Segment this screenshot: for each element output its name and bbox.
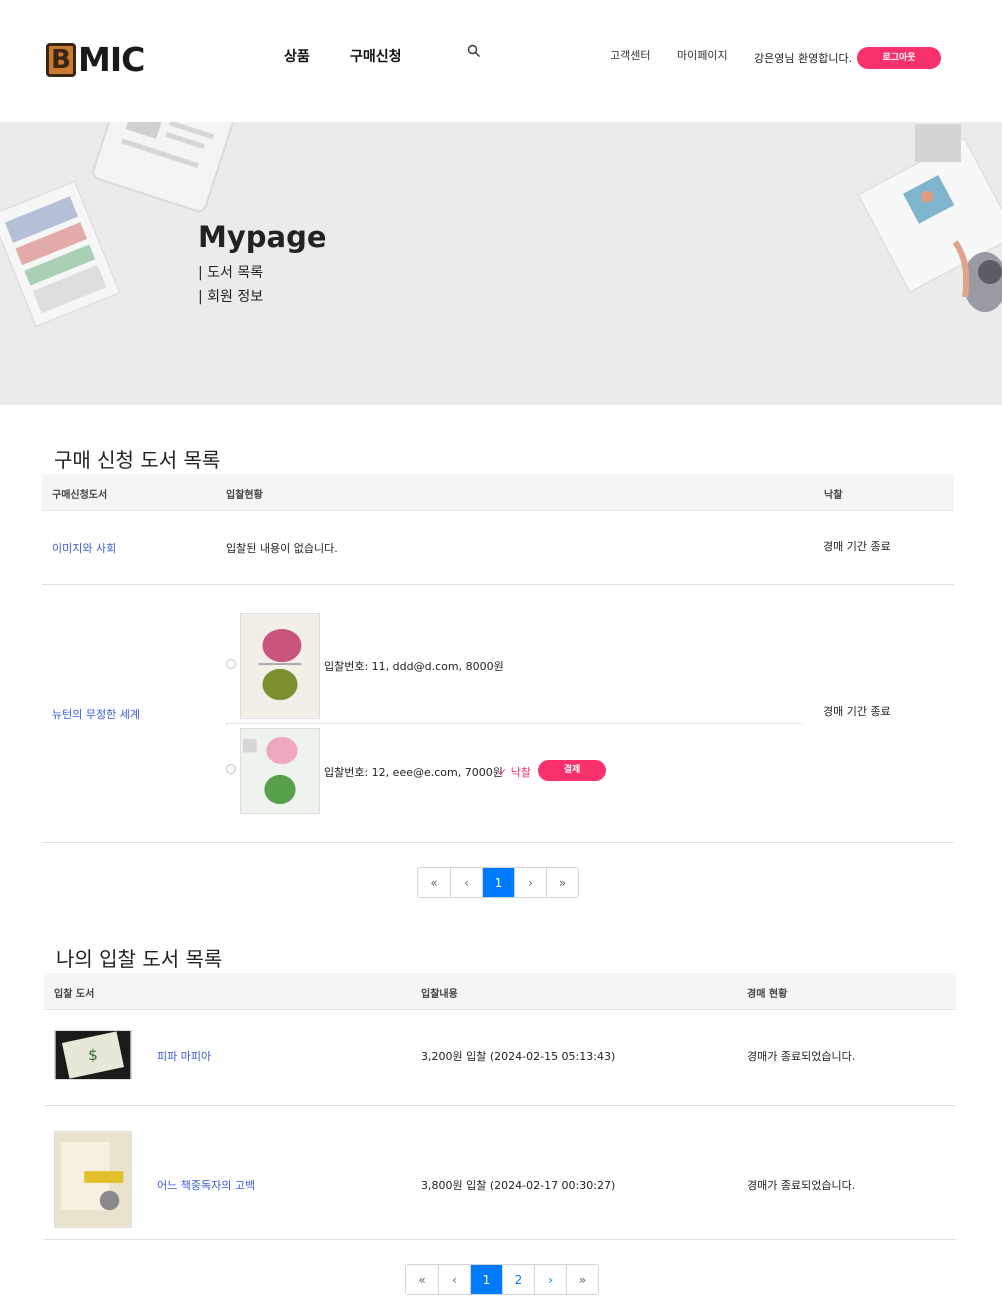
- auction-result: 경매 기간 종료: [823, 705, 891, 718]
- logo-mark: B: [46, 42, 76, 77]
- customer-center-link[interactable]: 고객센터: [610, 47, 650, 63]
- first-page-button[interactable]: «: [406, 1265, 438, 1294]
- hero-link-books[interactable]: | 도서 목록: [198, 262, 263, 282]
- auction-status-text: 경매가 종료되었습니다.: [747, 1050, 856, 1063]
- last-page-button[interactable]: »: [546, 868, 578, 897]
- page-button-1[interactable]: 1: [470, 1265, 502, 1294]
- bid-divider: [226, 723, 802, 724]
- bid-radio[interactable]: [226, 764, 236, 774]
- book-cover-thumbnail: [240, 613, 320, 719]
- site-logo[interactable]: B MIC: [46, 40, 145, 79]
- page-button-1[interactable]: 1: [482, 868, 514, 897]
- row-divider: [44, 1239, 956, 1240]
- col-award: 낙찰: [824, 490, 843, 501]
- logout-button[interactable]: 로그아웃: [857, 47, 941, 69]
- logo-text: MIC: [78, 40, 145, 79]
- nav-purchase-request[interactable]: 구매신청: [350, 46, 402, 66]
- bid-content-text: 3,200원 입찰 (2024-02-15 05:13:43): [421, 1050, 616, 1063]
- page-button-2[interactable]: 2: [502, 1265, 534, 1294]
- bid-book-link[interactable]: 피파 마피아: [157, 1048, 211, 1064]
- nav-products[interactable]: 상품: [284, 46, 310, 66]
- book-cover-thumbnail: [54, 1131, 132, 1228]
- bid-content-text: 3,800원 입찰 (2024-02-17 00:30:27): [421, 1179, 616, 1192]
- svg-text:$: $: [88, 1046, 98, 1064]
- next-page-button[interactable]: ›: [514, 868, 546, 897]
- row-divider: [42, 842, 954, 843]
- col-bid-status: 입찰현황: [226, 490, 263, 501]
- row-divider: [42, 584, 954, 585]
- book-cover-thumbnail: $: [54, 1030, 132, 1080]
- purchase-book-link[interactable]: 뉴턴의 무정한 세계: [52, 706, 140, 722]
- bid-section-title: 나의 입찰 도서 목록: [56, 947, 223, 971]
- winning-bid-mark: ✓ 낙찰: [498, 766, 531, 779]
- bid-radio[interactable]: [226, 659, 236, 669]
- col-auction-status: 경매 현황: [747, 989, 788, 1000]
- bid-entry-text: 입찰번호: 11, ddd@d.com, 8000원: [324, 660, 504, 673]
- next-page-button[interactable]: ›: [534, 1265, 566, 1294]
- hero-title: Mypage: [198, 220, 327, 254]
- hero-link-member-info[interactable]: | 회원 정보: [198, 286, 263, 306]
- book-cover-thumbnail: [240, 728, 320, 814]
- col-requested-book: 구매신청도서: [52, 490, 108, 501]
- last-page-button[interactable]: »: [566, 1265, 598, 1294]
- bid-pagination: « ‹ 1 2 › »: [405, 1264, 599, 1295]
- mypage-link[interactable]: 마이페이지: [677, 47, 728, 63]
- purchase-book-link[interactable]: 이미지와 사회: [52, 540, 116, 556]
- row-divider: [44, 1105, 956, 1106]
- prev-page-button[interactable]: ‹: [438, 1265, 470, 1294]
- purchase-table-header: 구매신청도서 입찰현황 낙찰: [42, 474, 954, 511]
- bid-table-header: 입찰 도서 입찰내용 경매 현황: [44, 973, 956, 1010]
- pay-button[interactable]: 결제: [538, 760, 606, 781]
- mypage-hero: Mypage | 도서 목록 | 회원 정보: [0, 122, 1002, 405]
- first-page-button[interactable]: «: [418, 868, 450, 897]
- col-bid-content: 입찰내용: [421, 989, 458, 1000]
- col-bid-book: 입찰 도서: [54, 989, 95, 1000]
- bid-book-link[interactable]: 어느 책중독자의 고백: [157, 1177, 255, 1193]
- purchase-section-title: 구매 신청 도서 목록: [54, 448, 221, 472]
- prev-page-button[interactable]: ‹: [450, 868, 482, 897]
- auction-result: 경매 기간 종료: [823, 540, 891, 553]
- hero-illustration: [0, 122, 1002, 328]
- bid-entry-text: 입찰번호: 12, eee@e.com, 7000원: [324, 766, 503, 779]
- site-header: B MIC 상품 구매신청 고객센터 마이페이지 강은영님 환영합니다. 로그아…: [0, 0, 1002, 122]
- welcome-text: 강은영님 환영합니다.: [754, 52, 853, 65]
- auction-status-text: 경매가 종료되었습니다.: [747, 1179, 856, 1192]
- search-icon[interactable]: [467, 44, 481, 58]
- bid-status-text: 입찰된 내용이 없습니다.: [226, 542, 338, 555]
- purchase-pagination: « ‹ 1 › »: [417, 867, 579, 898]
